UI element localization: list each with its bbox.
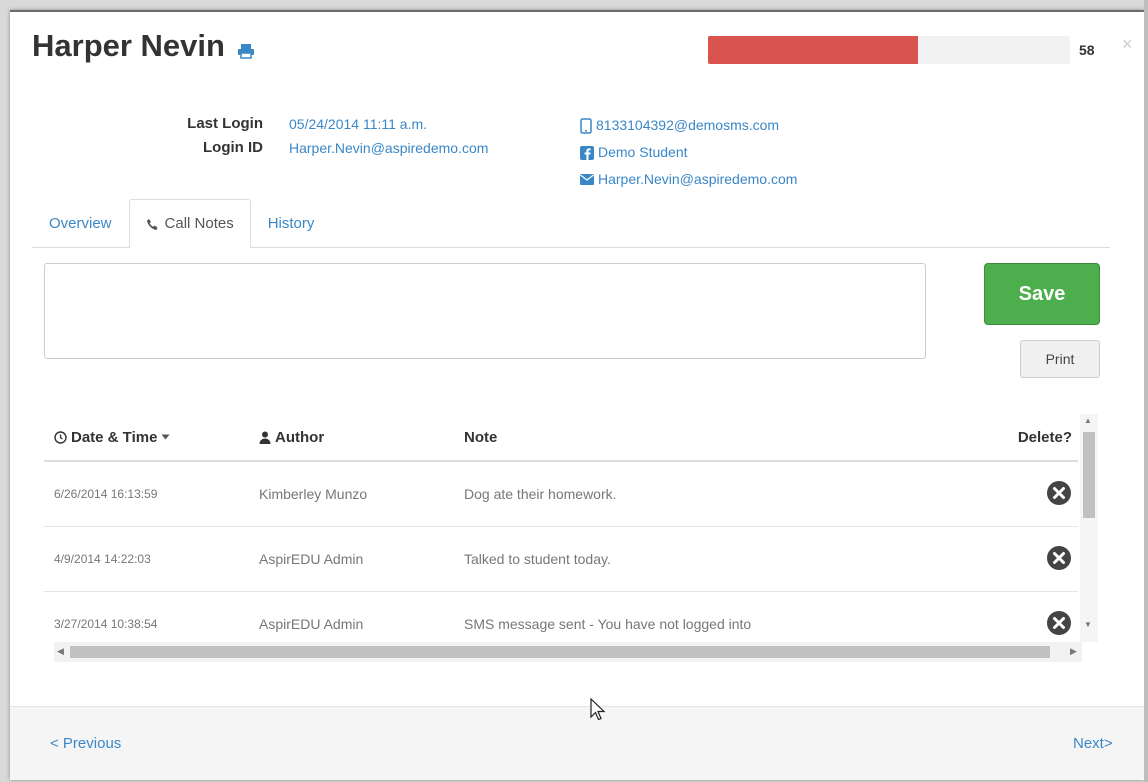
row-note: Dog ate their homework.	[464, 486, 617, 502]
scroll-down-icon[interactable]: ▼	[1084, 620, 1092, 629]
delete-circle-icon[interactable]	[1046, 480, 1072, 506]
scroll-up-icon[interactable]: ▲	[1084, 416, 1092, 425]
facebook-contact[interactable]: Demo Student	[580, 139, 797, 166]
tab-call-notes[interactable]: Call Notes	[128, 199, 251, 248]
printer-icon[interactable]	[237, 43, 255, 59]
date-time-header-label: Date & Time	[71, 428, 158, 446]
row-date: 4/9/2014 14:22:03	[54, 552, 151, 566]
row-note: SMS message sent - You have not logged i…	[464, 616, 752, 632]
row-author: AspirEDU Admin	[259, 616, 364, 632]
progress-fill	[708, 36, 918, 64]
delete-circle-icon[interactable]	[1046, 610, 1072, 636]
table-row: 4/9/2014 14:22:03 AspirEDU Admin Talked …	[44, 527, 1078, 592]
facebook-icon	[580, 145, 594, 160]
delete-circle-icon[interactable]	[1046, 545, 1072, 571]
scroll-left-icon[interactable]: ◀	[57, 646, 64, 657]
page-title: Harper Nevin	[32, 28, 255, 64]
tab-overview-label: Overview	[49, 215, 112, 232]
last-login-label: Last Login	[187, 115, 263, 132]
close-icon[interactable]: ×	[1122, 34, 1133, 55]
progress-bar	[708, 36, 1070, 64]
user-icon	[259, 431, 271, 444]
table-header: Date & Time Author Note Delete?	[44, 414, 1078, 462]
tab-history[interactable]: History	[251, 199, 332, 248]
phone-icon	[146, 218, 158, 230]
next-link[interactable]: Next>	[1073, 735, 1113, 752]
row-author: Kimberley Munzo	[259, 486, 368, 502]
email-contact[interactable]: Harper.Nevin@aspiredemo.com	[580, 166, 797, 193]
table-horizontal-scrollbar[interactable]: ◀ ▶	[54, 642, 1082, 662]
tab-call-notes-label: Call Notes	[164, 215, 234, 232]
progress-value: 58	[1079, 42, 1095, 58]
envelope-icon	[580, 174, 594, 185]
author-header[interactable]: Author	[254, 429, 464, 446]
row-date: 6/26/2014 16:13:59	[54, 487, 158, 501]
date-time-header[interactable]: Date & Time	[44, 429, 254, 446]
row-date: 3/27/2014 10:38:54	[54, 617, 158, 631]
previous-link[interactable]: < Previous	[50, 735, 121, 752]
scroll-right-icon[interactable]: ▶	[1070, 646, 1077, 657]
save-button[interactable]: Save	[984, 263, 1100, 325]
clock-icon	[54, 430, 67, 444]
table-row: 6/26/2014 16:13:59 Kimberley Munzo Dog a…	[44, 462, 1078, 527]
window-edge	[1144, 0, 1148, 782]
sms-address: 8133104392@demosms.com	[596, 117, 780, 133]
row-delete	[978, 610, 1078, 639]
table-row: 3/27/2014 10:38:54 AspirEDU Admin SMS me…	[44, 592, 1078, 642]
notes-table: Date & Time Author Note Delete? 6/26/201…	[44, 414, 1078, 642]
info-labels: Last Login Login ID	[146, 112, 263, 160]
tab-history-label: History	[267, 215, 315, 232]
phone-icon	[580, 117, 592, 134]
row-delete	[978, 480, 1078, 509]
note-header: Note	[464, 428, 498, 446]
student-modal: Harper Nevin 58 × Last Login Login ID 05…	[10, 10, 1144, 780]
delete-header: Delete?	[1017, 428, 1072, 446]
row-author: AspirEDU Admin	[259, 551, 364, 567]
tab-overview[interactable]: Overview	[32, 199, 129, 248]
login-id-value[interactable]: Harper.Nevin@aspiredemo.com	[289, 136, 488, 160]
table-vertical-scrollbar[interactable]: ▲ ▼	[1080, 414, 1098, 642]
vertical-scroll-thumb[interactable]	[1083, 432, 1095, 518]
call-note-input[interactable]	[44, 263, 926, 359]
contact-list: 8133104392@demosms.com Demo Student Harp…	[580, 112, 797, 193]
tab-bar: Overview Call Notes History	[32, 195, 1110, 248]
login-id-label: Login ID	[203, 139, 263, 156]
student-name: Harper Nevin	[32, 28, 225, 63]
sort-down-icon	[161, 434, 170, 440]
facebook-name: Demo Student	[598, 144, 688, 160]
horizontal-scroll-thumb[interactable]	[70, 646, 1050, 658]
mouse-cursor-icon	[590, 698, 606, 721]
info-values: 05/24/2014 11:11 a.m. Harper.Nevin@aspir…	[289, 112, 488, 160]
row-delete	[978, 545, 1078, 574]
last-login-value: 05/24/2014 11:11 a.m.	[289, 116, 428, 132]
sms-contact[interactable]: 8133104392@demosms.com	[580, 112, 797, 139]
print-button[interactable]: Print	[1020, 340, 1100, 378]
email-address: Harper.Nevin@aspiredemo.com	[598, 171, 798, 187]
modal-footer: < Previous Next>	[10, 706, 1144, 780]
author-header-label: Author	[275, 428, 325, 446]
row-note: Talked to student today.	[464, 551, 611, 567]
